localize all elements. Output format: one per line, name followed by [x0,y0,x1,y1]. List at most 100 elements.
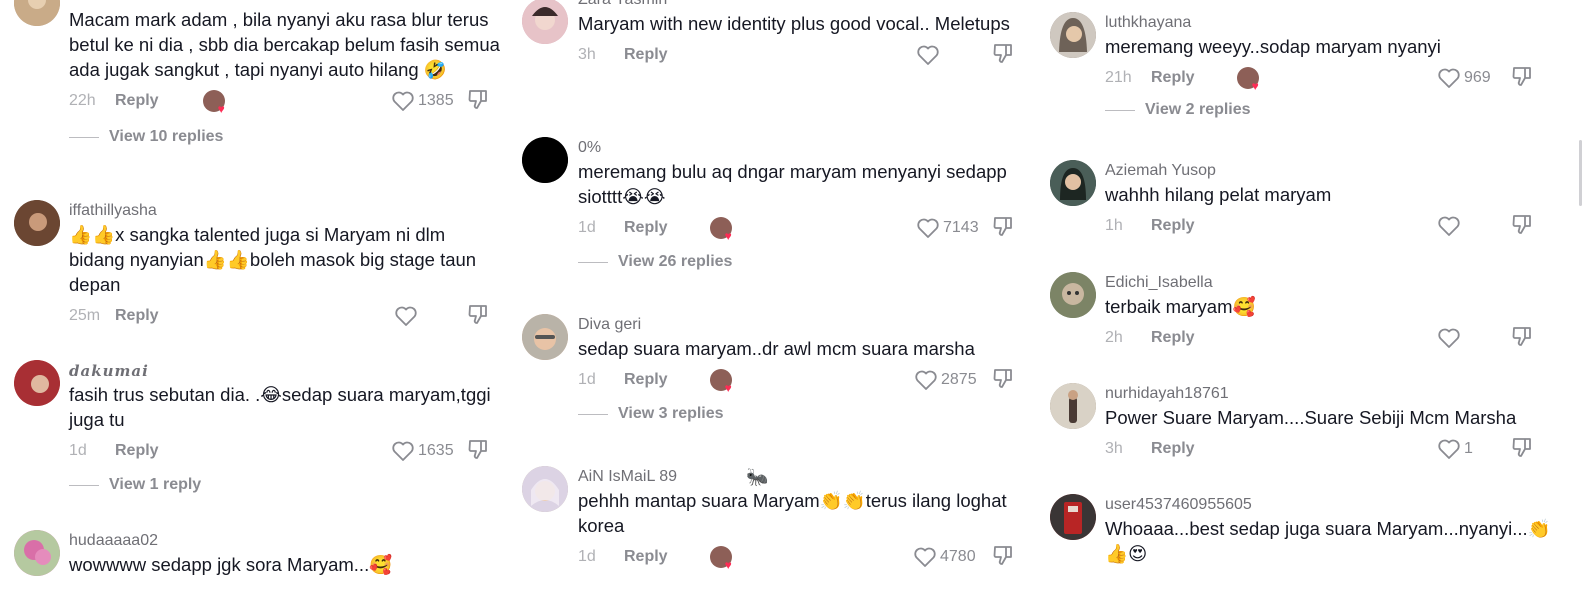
comment-meta: 22h Reply ♥ 1385 [69,86,504,116]
view-replies-button[interactable]: View 26 replies [578,251,1034,273]
dislike-button[interactable] [467,438,489,465]
comment-meta: 1d Reply 1635 [69,436,504,466]
comment-meta: 1d Reply ♥ 2875 [578,365,1034,395]
view-replies-button[interactable]: View 2 replies [1105,99,1570,121]
reply-button[interactable]: Reply [1151,217,1195,235]
username[interactable]: user4537460955605 [1105,494,1570,516]
thumbs-down-icon [993,216,1012,236]
avatar[interactable] [1050,383,1096,429]
like-button[interactable]: 1385 [391,90,454,112]
reply-button[interactable]: Reply [115,307,159,325]
like-button[interactable]: 969 [1437,67,1491,89]
avatar[interactable] [1050,12,1096,58]
comment-text: wowwww sedapp jgk sora Maryam...🥰 [69,554,393,575]
thumbs-down-icon [468,304,487,324]
heart-outline-icon [917,218,939,238]
view-replies-button[interactable]: View 1 reply [69,474,504,496]
like-button[interactable]: 4780 [913,546,976,568]
username[interactable]: Edichi_Isabella [1105,272,1570,294]
dislike-button[interactable] [1511,65,1533,92]
comment-meta: 3h Reply [578,40,1034,70]
heart-badge-icon: ♥ [217,102,225,116]
username[interactable]: 0% [578,137,1034,159]
thumbs-down-icon [993,545,1012,565]
comment-column-3: luthkhayana meremang weeyy..sodap maryam… [1050,0,1586,599]
like-button[interactable]: 7143 [916,217,979,239]
like-button[interactable] [1437,215,1461,237]
avatar[interactable] [522,314,568,360]
avatar[interactable] [14,360,60,406]
thumbs-down-icon [1512,437,1531,457]
reply-button[interactable]: Reply [624,219,668,237]
dislike-button[interactable] [992,544,1014,571]
like-count: 1635 [418,442,454,459]
thumbs-down-icon [1512,326,1531,346]
avatar[interactable] [522,137,568,183]
comment-column-2: Zara Yasmin Maryam with new identity plu… [520,0,1050,599]
username[interactable]: iffathillyasha [69,200,504,222]
username[interactable]: hudaaaaa02 [69,530,504,552]
avatar[interactable] [1050,160,1096,206]
heart-badge-icon: ♥ [724,229,732,243]
comment-text: terbaik maryam🥰 [1105,296,1256,317]
reply-button[interactable]: Reply [624,371,668,389]
username[interactable]: Diva geri [578,314,1034,336]
view-replies-button[interactable]: View 10 replies [69,126,504,148]
like-button[interactable]: 2875 [914,369,977,391]
dislike-button[interactable] [467,88,489,115]
like-button[interactable] [394,305,418,327]
comment-body: AiN IsMaiL 89 🐜 pehhh mantap suara Maryam… [578,466,1034,572]
username[interactable]: nurhidayah18761 [1105,383,1570,405]
dislike-button[interactable] [992,367,1014,394]
avatar[interactable] [14,200,60,246]
like-button[interactable] [1437,327,1461,349]
dislike-button[interactable] [992,42,1014,69]
dislike-button[interactable] [1511,436,1533,463]
comment-meta: 1h Reply [1105,211,1570,241]
avatar[interactable] [14,0,60,26]
comment-text: pehhh mantap suara Maryam👏👏terus ilang l… [578,490,1012,536]
reply-button[interactable]: Reply [624,548,668,566]
dislike-button[interactable] [992,215,1014,242]
avatar[interactable] [522,0,568,44]
view-replies-label: View 3 replies [618,405,724,422]
comment-text: wahhh hilang pelat maryam [1105,184,1332,205]
avatar[interactable] [522,466,568,512]
scrollbar[interactable] [1579,140,1582,206]
divider-line [578,261,608,263]
username[interactable]: dakumai [69,360,504,382]
like-button[interactable]: 1 [1437,438,1473,460]
reply-button[interactable]: Reply [115,442,159,460]
comment-body: hudaaaaa02 wowwww sedapp jgk sora Maryam… [69,530,504,577]
reply-button[interactable]: Reply [115,92,159,110]
avatar[interactable] [1050,494,1096,540]
like-button[interactable] [916,44,940,66]
like-button[interactable]: 1635 [391,440,454,462]
username[interactable]: Zara Yasmin [578,0,1034,11]
dislike-button[interactable] [1511,325,1533,352]
like-count: 969 [1464,69,1491,86]
comment-body: luthkhayana meremang weeyy..sodap maryam… [1105,12,1570,121]
username[interactable]: AiN IsMaiL 89 🐜 [578,466,1034,488]
comment-meta: 2h Reply [1105,323,1570,353]
username[interactable]: Aziemah Yusop [1105,160,1570,182]
comment-time: 25m [69,307,101,324]
like-count: 2875 [941,371,977,388]
username-label: AiN IsMaiL 89 [578,468,677,485]
username[interactable]: luthkhayana [1105,12,1570,34]
reply-button[interactable]: Reply [1151,440,1195,458]
creator-liked-avatar: ♥ [709,217,732,242]
comment-time: 1h [1105,217,1123,234]
comment-column-1: Macam mark adam , bila nyanyi aku rasa b… [0,0,520,599]
view-replies-label: View 10 replies [109,128,224,145]
reply-button[interactable]: Reply [1151,69,1195,87]
comment-body: 0% meremang bulu aq dngar maryam menyany… [578,137,1034,273]
dislike-button[interactable] [1511,213,1533,240]
avatar[interactable] [14,530,60,576]
dislike-button[interactable] [467,303,489,330]
reply-button[interactable]: Reply [624,46,668,64]
avatar[interactable] [1050,272,1096,318]
heart-badge-icon: ♥ [1251,79,1259,93]
view-replies-button[interactable]: View 3 replies [578,403,1034,425]
reply-button[interactable]: Reply [1151,329,1195,347]
